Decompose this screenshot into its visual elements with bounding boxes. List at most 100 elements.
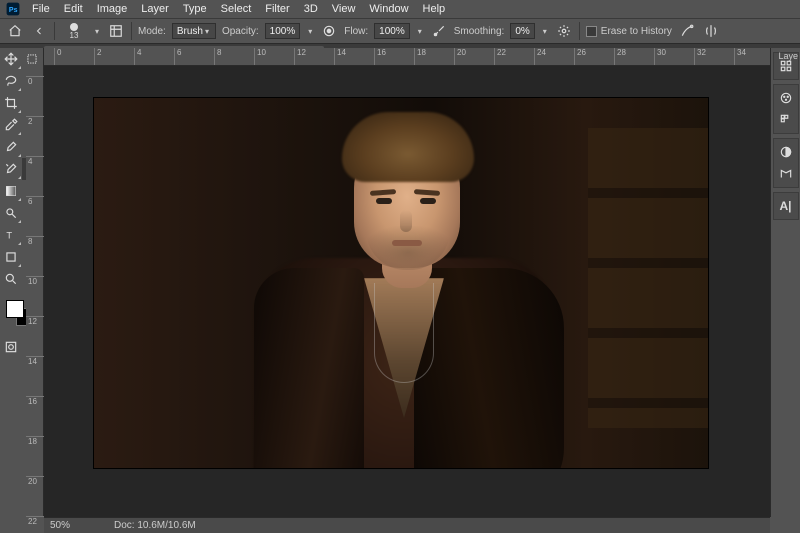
canvas-image — [392, 240, 422, 246]
smoothing-input[interactable]: 0% — [510, 23, 534, 39]
ruler-tick: 18 — [414, 48, 426, 66]
svg-text:T: T — [6, 231, 12, 241]
separator — [54, 22, 55, 40]
ruler-tick: 20 — [454, 48, 466, 66]
ruler-tick: 12 — [26, 316, 44, 326]
ruler-tick: 0 — [54, 48, 61, 66]
ruler-tick: 24 — [534, 48, 546, 66]
app-logo: Ps — [4, 2, 22, 16]
erase-history-checkbox[interactable]: Erase to History — [586, 25, 672, 37]
ruler-tick: 34 — [734, 48, 746, 66]
canvas-image — [588, 128, 708, 428]
opacity-input[interactable]: 100% — [265, 23, 301, 39]
menu-filter[interactable]: Filter — [259, 1, 295, 17]
pressure-opacity-icon[interactable] — [320, 22, 338, 40]
menu-edit[interactable]: Edit — [58, 1, 89, 17]
symmetry-icon[interactable] — [702, 22, 720, 40]
canvas-image — [420, 198, 436, 204]
zoom-tool[interactable] — [0, 268, 22, 290]
ruler-tick: 14 — [26, 356, 44, 366]
brush-preset-icon[interactable]: 13 — [61, 22, 87, 40]
ruler-tick: 0 — [26, 76, 44, 86]
menu-3d[interactable]: 3D — [298, 1, 324, 17]
menu-type[interactable]: Type — [177, 1, 213, 17]
menu-file[interactable]: File — [26, 1, 56, 17]
chevron-down-icon[interactable]: ▾ — [306, 27, 314, 36]
document-area[interactable]: 0246810121416182022242628303234 02468101… — [44, 66, 770, 517]
menu-image[interactable]: Image — [91, 1, 134, 17]
menu-view[interactable]: View — [326, 1, 362, 17]
ruler-tick: 10 — [254, 48, 266, 66]
menu-bar: Ps File Edit Image Layer Type Select Fil… — [0, 0, 800, 18]
gradient-tool[interactable] — [0, 180, 22, 202]
opacity-value: 100% — [270, 26, 296, 37]
ruler-tick: 8 — [26, 236, 44, 246]
ruler-tick: 18 — [26, 436, 44, 446]
pressure-size-icon[interactable] — [678, 22, 696, 40]
brush-size-value: 13 — [70, 32, 79, 40]
canvas[interactable] — [94, 98, 708, 468]
eyedropper-tool[interactable] — [0, 114, 22, 136]
lasso-tool[interactable] — [0, 70, 22, 92]
adjustments-panel-icon[interactable] — [776, 142, 796, 162]
ruler-tick: 2 — [94, 48, 101, 66]
styles-panel-icon[interactable] — [776, 164, 796, 184]
ruler-tick: 30 — [654, 48, 666, 66]
foreground-color-swatch[interactable] — [6, 300, 24, 318]
vertical-ruler[interactable]: 0246810121416182022 — [26, 66, 44, 517]
chevron-down-icon[interactable]: ▾ — [416, 27, 424, 36]
brush-settings-icon[interactable] — [107, 22, 125, 40]
flow-input[interactable]: 100% — [374, 23, 410, 39]
history-brush-tool[interactable] — [0, 158, 22, 180]
type-tool[interactable]: T — [0, 224, 22, 246]
checkbox-unchecked-icon — [586, 26, 597, 37]
svg-text:Ps: Ps — [9, 7, 18, 14]
brush-tool[interactable] — [0, 136, 22, 158]
doc-size-info[interactable]: Doc: 10.6M/10.6M — [104, 520, 196, 531]
separator — [579, 22, 580, 40]
flow-value: 100% — [379, 26, 405, 37]
chevron-down-icon: ▾ — [203, 27, 211, 36]
ruler-tick: 22 — [26, 516, 44, 526]
ruler-tick: 12 — [294, 48, 306, 66]
ruler-tick: 16 — [374, 48, 386, 66]
mode-value: Brush — [177, 26, 203, 37]
mode-select[interactable]: Brush▾ — [172, 23, 216, 39]
menu-layer[interactable]: Layer — [135, 1, 175, 17]
erase-history-label: Erase to History — [601, 26, 672, 37]
quick-mask-icon[interactable] — [0, 336, 22, 358]
smoothing-value: 0% — [515, 26, 529, 37]
ruler-tick: 28 — [614, 48, 626, 66]
character-panel-icon[interactable]: A| — [776, 196, 796, 216]
gear-icon[interactable] — [555, 22, 573, 40]
flow-label: Flow: — [344, 26, 368, 37]
move-tool[interactable] — [0, 48, 22, 70]
swatches-panel-icon[interactable] — [776, 110, 796, 130]
back-icon[interactable] — [30, 22, 48, 40]
menu-help[interactable]: Help — [417, 1, 452, 17]
chevron-down-icon[interactable]: ▾ — [93, 27, 101, 36]
dodge-tool[interactable] — [0, 202, 22, 224]
ruler-tick: 2 — [26, 116, 44, 126]
canvas-image — [342, 112, 474, 182]
airbrush-icon[interactable] — [430, 22, 448, 40]
crop-tool[interactable] — [0, 92, 22, 114]
panel-group: A| — [773, 192, 799, 220]
horizontal-ruler[interactable]: 0246810121416182022242628303234 — [44, 48, 770, 66]
status-bar: 50% Doc: 10.6M/10.6M — [44, 517, 770, 533]
menu-select[interactable]: Select — [215, 1, 258, 17]
home-icon[interactable] — [6, 22, 24, 40]
ruler-tick: 4 — [134, 48, 141, 66]
chevron-down-icon[interactable]: ▾ — [541, 27, 549, 36]
ruler-tick: 22 — [494, 48, 506, 66]
menu-window[interactable]: Window — [363, 1, 414, 17]
mode-label: Mode: — [138, 26, 166, 37]
zoom-level[interactable]: 50% — [44, 520, 104, 531]
canvas-viewport[interactable] — [44, 66, 770, 517]
ruler-tick: 8 — [214, 48, 221, 66]
shape-tool[interactable] — [0, 246, 22, 268]
layers-tab-label[interactable]: Laye — [778, 51, 798, 61]
canvas-image — [376, 198, 392, 204]
color-panel-icon[interactable] — [776, 88, 796, 108]
ruler-tick: 4 — [26, 156, 44, 166]
